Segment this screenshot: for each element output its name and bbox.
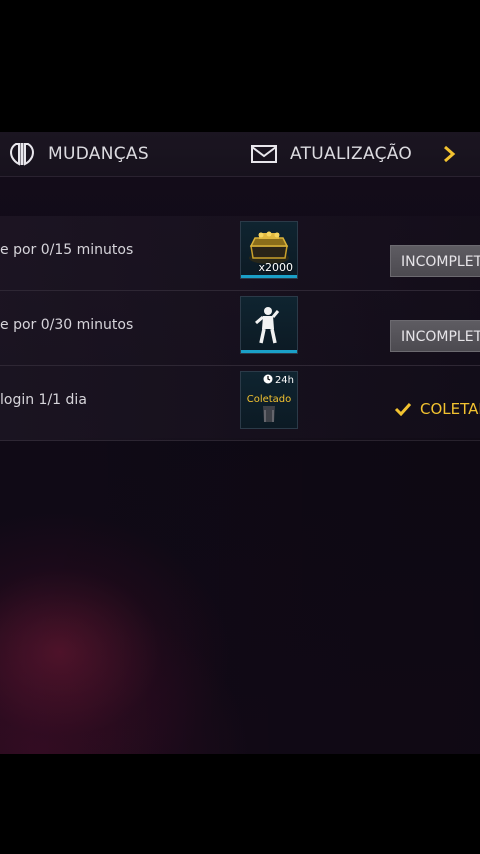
mission-text: e por 0/30 minutos (0, 317, 134, 333)
mission-row: login 1/1 dia 24h Coletado COLETA (0, 366, 480, 441)
mission-list: e por 0/15 minutos x2000 INCOMPLE e por … (0, 216, 480, 441)
tab-atualizacao-label: ATUALIZAÇÃO (290, 144, 413, 164)
tab-atualizacao[interactable]: ATUALIZAÇÃO (250, 132, 412, 176)
mission-row: e por 0/15 minutos x2000 INCOMPLE (0, 216, 480, 291)
top-tab-bar: MUDANÇAS ATUALIZAÇÃO (0, 132, 480, 177)
clock-icon (263, 374, 273, 387)
chevron-right-icon[interactable] (440, 144, 458, 168)
checkmark-icon (394, 402, 412, 416)
emote-figure-icon (241, 307, 297, 357)
reward-slot[interactable]: x2000 (240, 221, 298, 279)
emblem-icon (8, 141, 36, 167)
reward-timer-value: 24h (274, 375, 294, 386)
mission-text: login 1/1 dia (0, 392, 87, 408)
envelope-icon (250, 144, 278, 164)
background-shade (0, 438, 480, 754)
reward-timer: 24h (263, 374, 294, 387)
tab-mudancas-label: MUDANÇAS (48, 144, 149, 164)
missions-screen: MUDANÇAS ATUALIZAÇÃO e por 0/15 minutos (0, 132, 480, 754)
reward-slot[interactable]: 24h Coletado (240, 371, 298, 429)
coletado-status: COLETADO (394, 400, 480, 418)
reward-progress-bar (241, 275, 297, 278)
reward-slot[interactable] (240, 296, 298, 354)
outfit-icon (241, 406, 297, 432)
mission-text: e por 0/15 minutos (0, 242, 134, 258)
reward-collected-label: Coletado (246, 394, 292, 405)
incompleto-button[interactable]: INCOMPLETO (390, 320, 480, 352)
mission-row: e por 0/30 minutos INCOMPLETO (0, 291, 480, 366)
coletado-status-label: COLETADO (420, 400, 480, 418)
reward-progress-bar (241, 350, 297, 353)
tab-mudancas[interactable]: MUDANÇAS (8, 132, 149, 176)
incompleto-button[interactable]: INCOMPLETO (390, 245, 480, 277)
reward-quantity: x2000 (258, 261, 293, 274)
